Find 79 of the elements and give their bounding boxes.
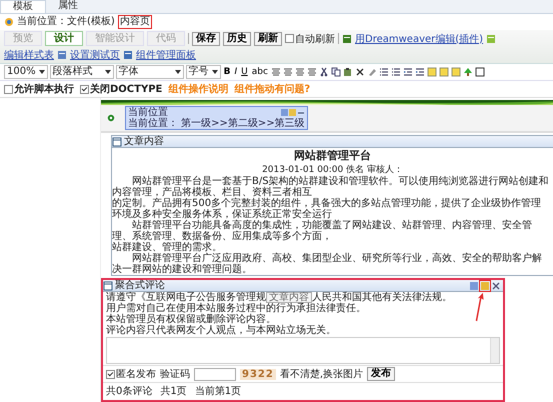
view-tab[interactable]: 设计 <box>45 31 83 46</box>
panel-title: 文章内容 <box>124 136 164 147</box>
article-text: 站群管理平台功能具备高度的集成性，功能覆盖了网站建设、站群管理、内容管理、安全管理、系统管理、数据备份、应用集成等多个方面， <box>112 220 533 242</box>
notice-text: 用户需对自己在使用本站服务过程中的行为承担法律责任。 <box>106 303 366 314</box>
notice-text: 请遵守《互联网电子公告服务管理规 <box>106 292 266 303</box>
option-checkbox[interactable]: 允许脚本执行 <box>4 82 74 96</box>
captcha-label: 验证码 <box>160 368 190 381</box>
widget-title: 当前位置 <box>128 107 168 118</box>
cut-icon[interactable] <box>318 67 329 77</box>
editor-tab[interactable]: 属性 <box>46 0 90 13</box>
toolbar-link[interactable]: 编辑样式表 <box>4 48 54 62</box>
article-meta: 2013-01-01 00:00 佚名 审核人： <box>261 164 404 176</box>
format-button[interactable]: U <box>240 67 249 77</box>
format-button[interactable]: B <box>222 67 232 77</box>
article-text: 网站群管理平台广泛应用政府、高校、集团型企业、研究所等行业，高效、安全的帮助客户解决一群网站的建设和管理问题。 <box>112 253 543 275</box>
paste-icon[interactable] <box>342 67 353 77</box>
tooltip: 文章内容 <box>266 292 312 303</box>
comment-summary: 共1页 <box>160 384 187 398</box>
submit-button[interactable]: 发布 <box>367 367 396 381</box>
toolbar-link[interactable]: 用Dreamweaver编辑(插件) <box>355 32 484 46</box>
location-label: 当前位置：文件(模板) <box>17 16 115 28</box>
auto-refresh-checkbox[interactable]: 自动刷新 <box>285 32 335 46</box>
article-text: 网站群管理平台是一套基于B/S架构的站群建设和管理软件。可以使用纯浏览器进行网站创建和内容管理，产品将模板、栏目、资料三者相互 <box>112 176 550 198</box>
caret-icon <box>174 69 181 75</box>
anonymous-checkbox[interactable]: 匿名发布 <box>106 367 156 381</box>
font-size-dropdown[interactable]: 字号 <box>186 65 221 79</box>
list-icon[interactable] <box>390 67 401 77</box>
image-icon[interactable] <box>450 67 461 77</box>
toolbar-button[interactable]: 保存 <box>192 32 220 46</box>
article-text: 站群建设、管理的需求。 <box>112 242 222 253</box>
format-button[interactable]: abc <box>250 67 269 77</box>
captcha-input[interactable] <box>194 368 236 380</box>
window-icon <box>123 50 133 60</box>
toolbar-link[interactable]: 组件管理面板 <box>136 48 196 62</box>
current-page: 内容页 <box>118 15 152 29</box>
caret-icon <box>38 69 45 75</box>
align-icon[interactable] <box>306 67 317 77</box>
paragraph-style-dropdown[interactable]: 段落样式 <box>50 65 114 79</box>
delete-icon[interactable] <box>354 67 365 77</box>
zoom-dropdown[interactable]: 100% <box>4 65 48 79</box>
format-button[interactable]: I <box>233 67 238 77</box>
font-dropdown[interactable]: 字体 <box>116 65 184 79</box>
tree-icon[interactable] <box>462 67 473 77</box>
caret-icon <box>212 69 218 75</box>
notice-text: 本站管理员有权保留或删除评论内容。 <box>106 314 276 325</box>
close-icon[interactable] <box>491 280 501 290</box>
toolbar-link[interactable]: 设置测试页 <box>70 48 120 62</box>
gear-icon[interactable] <box>107 114 115 122</box>
comment-summary: 当前第1页 <box>194 384 242 398</box>
list-icon[interactable] <box>378 67 389 77</box>
refresh-captcha-link[interactable]: 看不清楚,换张图片 <box>280 367 364 381</box>
indent-icon[interactable] <box>414 67 425 77</box>
toolbar-button[interactable]: 历史 <box>223 32 251 46</box>
page-icon <box>57 50 67 60</box>
panel-title: 聚合式评论 <box>115 280 165 291</box>
copy-icon[interactable] <box>330 67 341 77</box>
scrollbar[interactable] <box>490 338 499 363</box>
annotation-arrow <box>475 292 485 322</box>
comment-summary: 共0条评论 <box>106 384 152 398</box>
breadcrumb-text: 当前位置： 第一级>>第二级>>第三级 <box>128 118 305 129</box>
indent-icon[interactable] <box>402 67 413 77</box>
article-title: 网站群管理平台 <box>293 148 372 163</box>
location-icon <box>4 17 14 27</box>
image-icon[interactable] <box>438 67 449 77</box>
editor-tab[interactable]: 模板 <box>0 0 46 13</box>
align-icon[interactable] <box>282 67 293 77</box>
notice-text: 评论内容只代表网友个人观点，与本网站立场无关。 <box>106 325 336 336</box>
captcha-image: 9322 <box>240 368 276 380</box>
align-icon[interactable] <box>270 67 281 77</box>
toolbar-button[interactable]: 刷新 <box>254 32 282 46</box>
caret-icon <box>104 69 111 75</box>
article-text: 的定制。产品拥有500多个完整封装的组件，具备强大的多站点管理功能，提供了企业级协作管理环境及多种安全服务体系，保证系统正常安全运行 <box>112 198 542 220</box>
breadcrumb-widget[interactable]: 当前位置 当前位置： 第一级>>第二级>>第三级 <box>125 106 308 130</box>
sheet-icon <box>486 34 496 44</box>
widget-controls-icon[interactable] <box>280 108 305 116</box>
option-checkbox[interactable]: 关闭DOCTYPE <box>80 82 162 96</box>
table-icon[interactable] <box>474 67 485 77</box>
notice-text: 人民共和国其他有关法律法规。 <box>312 292 452 303</box>
align-icon[interactable] <box>294 67 305 77</box>
